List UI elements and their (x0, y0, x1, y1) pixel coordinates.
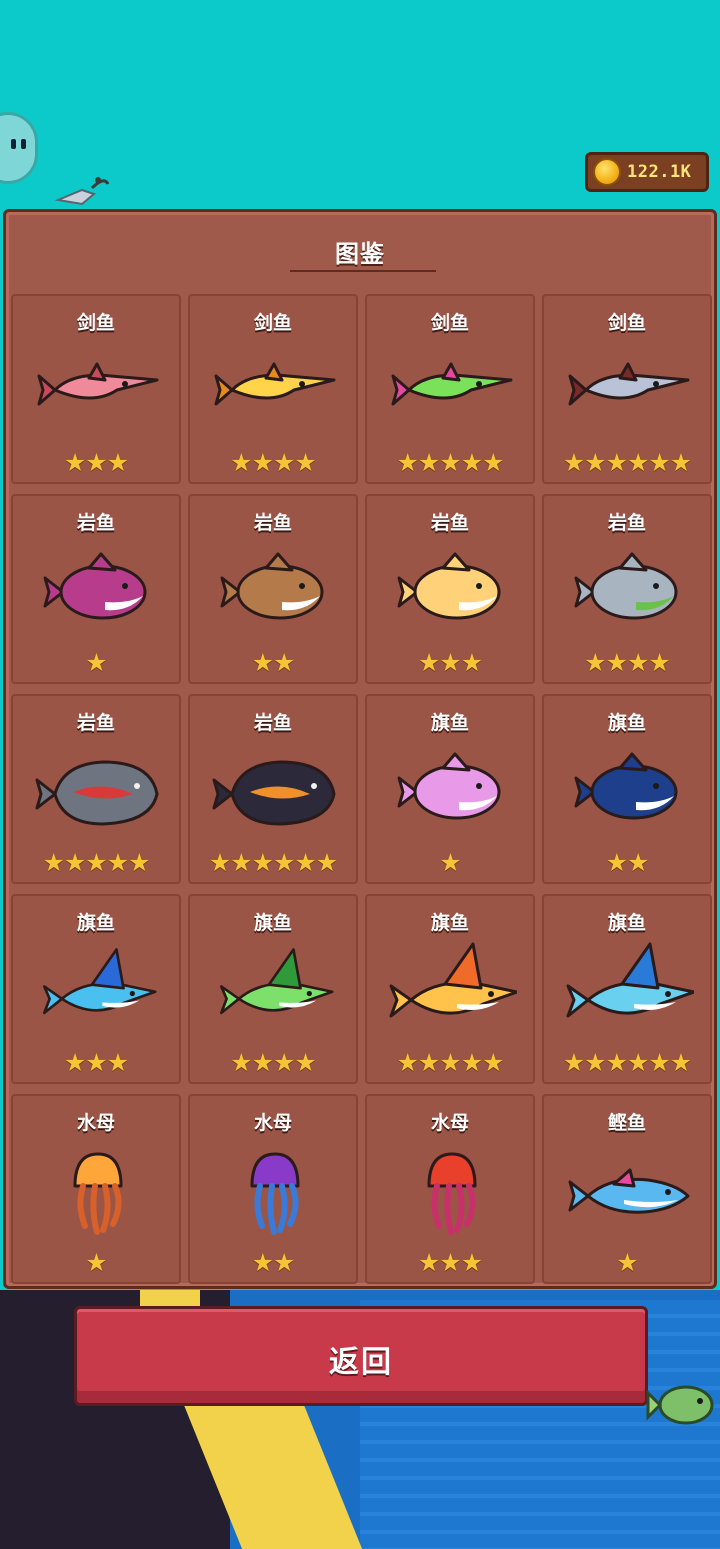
fish-card[interactable]: 旗鱼 ★ (365, 694, 535, 884)
fish-card[interactable]: 水母 ★★★ (365, 1094, 535, 1284)
fish-name: 水母 (253, 1112, 292, 1134)
fish-card[interactable]: 岩鱼 ★ (11, 494, 181, 684)
fish-sprite-icon (566, 942, 694, 1018)
star-rating: ★ (85, 648, 107, 677)
fish-name: 岩鱼 (253, 712, 292, 734)
fish-name: 岩鱼 (76, 512, 115, 534)
fish-name: 岩鱼 (253, 512, 292, 534)
star-rating: ★★★★★ (396, 1048, 504, 1077)
fish-name: 旗鱼 (253, 912, 292, 934)
fish-sprite-icon (212, 760, 336, 826)
fish-grid: 剑鱼 ★★★ 剑鱼 ★★★★ 剑鱼 ★★★★★ 剑鱼 ★★★★★★ 岩鱼 ★ 岩… (11, 294, 713, 1284)
fish-sprite-icon (391, 362, 513, 406)
fish-name: 岩鱼 (430, 512, 469, 534)
star-rating: ★★★★ (584, 648, 671, 677)
star-rating: ★★★★★★ (562, 1048, 692, 1077)
fish-sprite-icon (73, 1152, 123, 1235)
fish-sprite-icon (37, 362, 159, 406)
star-rating: ★★★★★ (396, 448, 504, 477)
currency-amount: 122.1K (627, 162, 692, 182)
fish-name: 剑鱼 (607, 312, 646, 334)
fish-sprite-icon (574, 552, 678, 620)
fish-sprite-icon (389, 942, 517, 1018)
star-rating: ★★★★ (230, 1048, 317, 1077)
fish-name: 旗鱼 (430, 912, 469, 934)
back-button[interactable]: 返回 (74, 1306, 648, 1406)
fishing-hook-icon (54, 177, 110, 206)
fish-card[interactable]: 旗鱼 ★★★ (11, 894, 181, 1084)
fish-name: 水母 (430, 1112, 469, 1134)
fish-name: 岩鱼 (76, 712, 115, 734)
fish-sprite-icon (43, 948, 157, 1015)
title-underline (290, 270, 436, 272)
star-rating: ★★★ (417, 1248, 483, 1277)
fish-name: 旗鱼 (76, 912, 115, 934)
fish-name: 鲣鱼 (607, 1112, 646, 1134)
star-rating: ★★★★★ (42, 848, 150, 877)
fish-card[interactable]: 岩鱼 ★★★ (365, 494, 535, 684)
fish-card[interactable]: 旗鱼 ★★★★★ (365, 894, 535, 1084)
fish-card[interactable]: 岩鱼 ★★★★★★ (188, 694, 358, 884)
fish-card[interactable]: 水母 ★ (11, 1094, 181, 1284)
fish-sprite-icon (574, 752, 678, 820)
fish-sprite-icon (397, 552, 501, 620)
fish-card[interactable]: 水母 ★★ (188, 1094, 358, 1284)
fish-card[interactable]: 岩鱼 ★★★★★ (11, 694, 181, 884)
fish-name: 剑鱼 (430, 312, 469, 334)
fish-sprite-icon (220, 552, 324, 620)
fish-sprite-icon (220, 948, 334, 1015)
star-rating: ★ (616, 1248, 638, 1277)
fish-card[interactable]: 剑鱼 ★★★ (11, 294, 181, 484)
star-rating: ★★ (251, 648, 296, 677)
fish-sprite-icon (568, 1168, 690, 1214)
back-button-label: 返回 (329, 1345, 393, 1380)
fish-card[interactable]: 鲣鱼 ★ (542, 1094, 712, 1284)
fish-card[interactable]: 旗鱼 ★★★★ (188, 894, 358, 1084)
fish-card[interactable]: 岩鱼 ★★ (188, 494, 358, 684)
fish-sprite-icon (427, 1152, 477, 1235)
currency-display: 122.1K (585, 152, 709, 192)
fish-name: 旗鱼 (607, 712, 646, 734)
fish-card[interactable]: 旗鱼 ★★ (542, 694, 712, 884)
fish-sprite-icon (214, 362, 336, 406)
fish-card[interactable]: 岩鱼 ★★★★ (542, 494, 712, 684)
fish-card[interactable]: 剑鱼 ★★★★ (188, 294, 358, 484)
fish-sprite-icon (397, 752, 501, 820)
star-rating: ★★★ (63, 448, 129, 477)
fish-sprite-icon (43, 552, 147, 620)
star-rating: ★★★★★★ (208, 848, 338, 877)
fish-card[interactable]: 剑鱼 ★★★★★ (365, 294, 535, 484)
fish-sprite-icon (35, 760, 159, 826)
star-rating: ★ (439, 848, 461, 877)
panel-title: 图鉴 (335, 240, 385, 268)
star-rating: ★★ (605, 848, 650, 877)
fish-name: 岩鱼 (607, 512, 646, 534)
collection-panel: 图鉴 剑鱼 ★★★剑鱼 ★★★★剑鱼 ★★★★★剑鱼 ★★★★★★岩鱼 (3, 209, 717, 1289)
fish-card[interactable]: 剑鱼 ★★★★★★ (542, 294, 712, 484)
star-rating: ★★★★ (230, 448, 317, 477)
star-rating: ★★★★★★ (562, 448, 692, 477)
swimming-fish-icon (646, 1385, 714, 1425)
fish-name: 旗鱼 (430, 712, 469, 734)
star-rating: ★★ (251, 1248, 296, 1277)
fish-name: 水母 (76, 1112, 115, 1134)
coin-icon (593, 158, 621, 186)
fish-sprite-icon (250, 1152, 300, 1235)
star-rating: ★ (85, 1248, 107, 1277)
fish-card[interactable]: 旗鱼 ★★★★★★ (542, 894, 712, 1084)
fish-sprite-icon (568, 362, 690, 406)
fish-name: 旗鱼 (607, 912, 646, 934)
star-rating: ★★★ (63, 1048, 129, 1077)
fish-name: 剑鱼 (253, 312, 292, 334)
star-rating: ★★★ (417, 648, 483, 677)
fish-name: 剑鱼 (76, 312, 115, 334)
